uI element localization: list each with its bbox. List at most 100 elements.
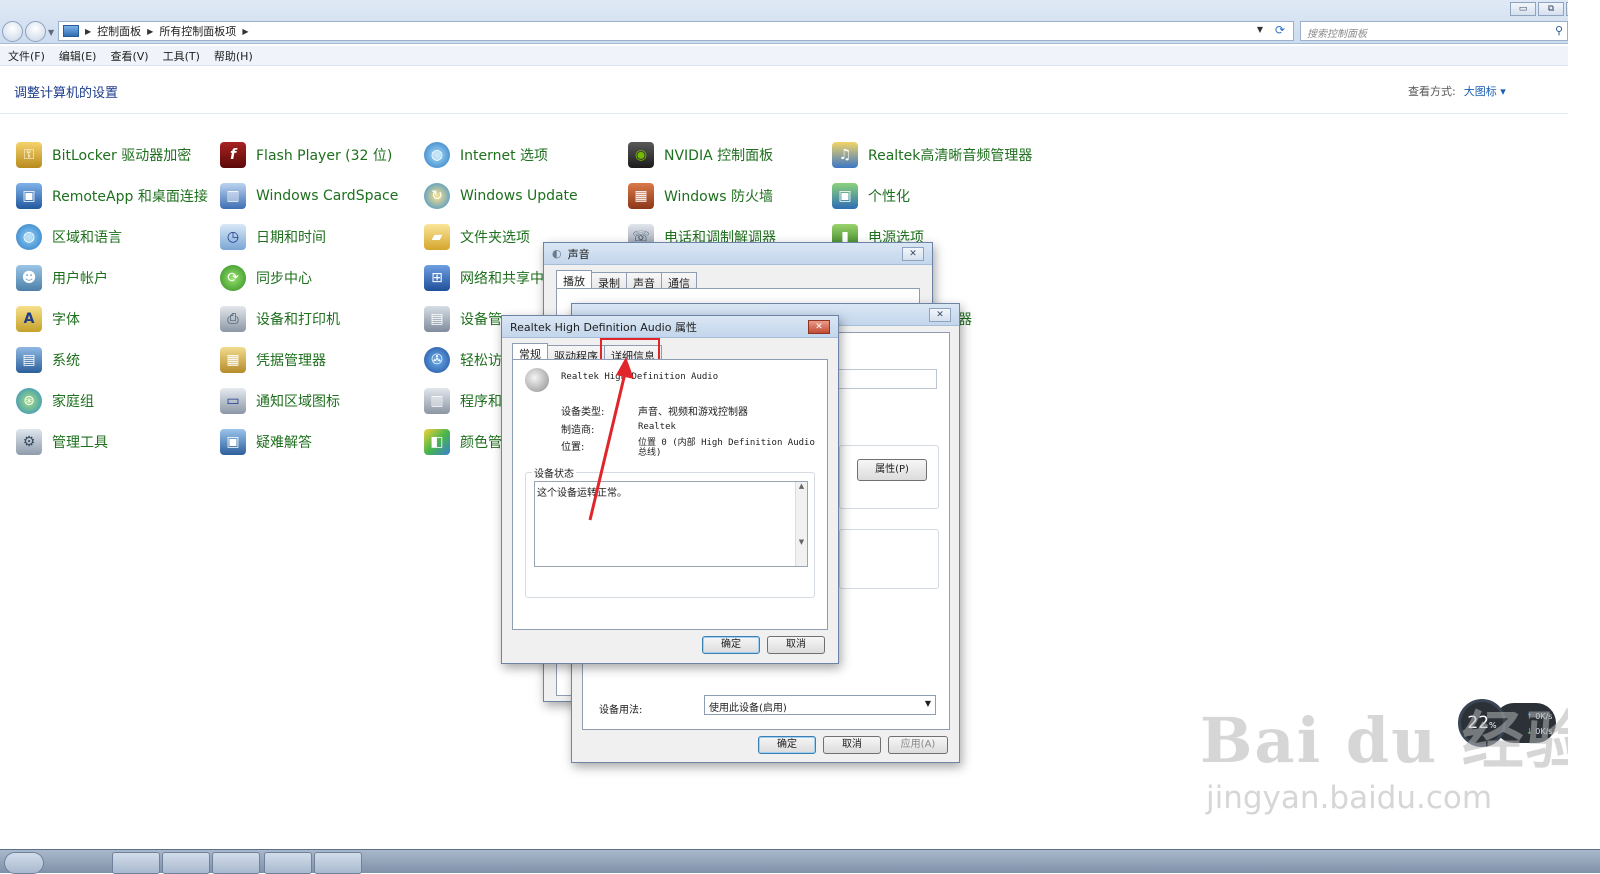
cp-item-label: 轻松访 — [460, 353, 502, 369]
cp-item-system[interactable]: ▤ 系统 — [16, 347, 80, 373]
menu-file[interactable]: 文件(F) — [8, 48, 45, 64]
speaker-icon: ◐ — [552, 247, 562, 260]
red-arrow-annotation — [588, 357, 634, 521]
cp-item-devices-printers[interactable]: ⎙ 设备和打印机 — [220, 306, 340, 332]
cp-item-label: Windows CardSpace — [256, 188, 399, 204]
properties-button[interactable]: 属性(P) — [857, 459, 927, 481]
device-status-label: 设备状态 — [532, 465, 576, 480]
cp-item-admin-tools[interactable]: ⚙ 管理工具 — [16, 429, 108, 455]
realtek-cancel-button[interactable]: 取消 — [767, 636, 825, 654]
cp-item-color-management[interactable]: ◧ 颜色管 — [424, 429, 502, 455]
cp-item-date-time[interactable]: ◷ 日期和时间 — [220, 224, 326, 250]
device-status-textbox[interactable]: 这个设备运转正常。 ▲ ▼ — [534, 481, 808, 567]
cp-item-device-manager[interactable]: ▤ 设备管 — [424, 306, 502, 332]
cp-item-label: 程序和 — [460, 394, 502, 410]
cp-item-label: 设备和打印机 — [256, 312, 340, 328]
speaker-cancel-button[interactable]: 取消 — [823, 736, 881, 754]
firewall-icon: ▦ — [628, 183, 654, 209]
cp-item-firewall[interactable]: ▦ Windows 防火墙 — [628, 183, 773, 209]
taskbar-icon: ▭ — [220, 388, 246, 414]
speaker-dialog-close-button[interactable]: ✕ — [929, 308, 951, 322]
realtek-dialog-title: Realtek High Definition Audio 属性 — [510, 320, 697, 334]
forward-button[interactable] — [25, 21, 46, 42]
color-icon: ◧ — [424, 429, 450, 455]
cp-item-bitlocker[interactable]: ⚿ BitLocker 驱动器加密 — [16, 142, 191, 168]
menu-help[interactable]: 帮助(H) — [214, 48, 253, 64]
search-icon[interactable]: ⚲ — [1555, 24, 1563, 37]
cp-item-network-sharing[interactable]: ⊞ 网络和共享中心 — [424, 265, 558, 291]
cp-item-folder-options[interactable]: ▰ 文件夹选项 — [424, 224, 530, 250]
chevron-right-icon[interactable]: ▶ — [85, 27, 91, 36]
refresh-icon[interactable]: ⟳ — [1271, 23, 1289, 39]
minimize-button[interactable]: ▭ — [1510, 2, 1536, 16]
cp-item-troubleshooting[interactable]: ▣ 疑难解答 — [220, 429, 312, 455]
device-type-value: 声音、视频和游戏控制器 — [638, 407, 748, 418]
back-button[interactable] — [2, 21, 23, 42]
search-input[interactable]: 搜索控制面板 ⚲ — [1300, 21, 1568, 41]
cp-item-ease-of-access[interactable]: ✇ 轻松访 — [424, 347, 502, 373]
divider — [0, 113, 1568, 114]
menu-edit[interactable]: 编辑(E) — [59, 48, 97, 64]
sound-dialog-close-button[interactable]: ✕ — [902, 247, 924, 261]
speaker-ok-button[interactable]: 确定 — [758, 736, 816, 754]
general-tab-panel: Realtek High Definition Audio 设备类型: 声音、视… — [512, 359, 828, 630]
cp-item-notification-icons[interactable]: ▭ 通知区域图标 — [220, 388, 340, 414]
cp-item-personalization[interactable]: ▣ 个性化 — [832, 183, 910, 209]
chevron-right-icon[interactable]: ▶ — [242, 27, 248, 36]
right-margin — [1568, 0, 1600, 849]
watermark-url: jingyan.baidu.com — [1206, 780, 1493, 816]
cp-item-remoteapp[interactable]: ▣ RemoteApp 和桌面连接 — [16, 183, 208, 209]
computer-icon: ▤ — [16, 347, 42, 373]
menu-tools[interactable]: 工具(T) — [163, 48, 200, 64]
speaker-apply-button[interactable]: 应用(A) — [888, 736, 948, 754]
cp-item-sync-center[interactable]: ⟳ 同步中心 — [220, 265, 312, 291]
cp-item-cardspace[interactable]: ▥ Windows CardSpace — [220, 183, 398, 209]
cp-item-label: 设备管 — [460, 312, 502, 328]
baidu-watermark: Bai du 经验 jingyan.baidu.com — [1200, 690, 1590, 816]
folder-icon: ▰ — [424, 224, 450, 250]
taskbar-app-1[interactable] — [112, 852, 160, 874]
realtek-ok-button[interactable]: 确定 — [702, 636, 760, 654]
realtek-dialog-close-button[interactable]: ✕ — [808, 320, 830, 334]
start-button[interactable] — [4, 852, 44, 874]
cp-item-label: 通知区域图标 — [256, 394, 340, 410]
audio-manager-icon: ♫ — [832, 142, 858, 168]
accessibility-icon: ✇ — [424, 347, 450, 373]
recent-pages-dropdown-icon[interactable]: ▼ — [48, 28, 54, 37]
cp-item-user-accounts[interactable]: ☻ 用户帐户 — [16, 265, 108, 291]
cp-item-programs-features[interactable]: ▥ 程序和 — [424, 388, 502, 414]
cp-item-flash-player[interactable]: f Flash Player (32 位) — [220, 142, 392, 168]
cp-item-label: NVIDIA 控制面板 — [664, 148, 774, 164]
chevron-right-icon[interactable]: ▶ — [147, 27, 153, 36]
cp-item-region-language[interactable]: ◍ 区域和语言 — [16, 224, 122, 250]
cp-item-label: 用户帐户 — [52, 271, 108, 287]
breadcrumb-all-items[interactable]: 所有控制面板项 — [159, 23, 236, 39]
taskbar-app-4[interactable] — [264, 852, 312, 874]
card-icon: ▥ — [220, 183, 246, 209]
globe-icon: ◍ — [16, 224, 42, 250]
cp-item-nvidia[interactable]: ◉ NVIDIA 控制面板 — [628, 142, 773, 168]
cp-item-internet-options[interactable]: ◍ Internet 选项 — [424, 142, 548, 168]
cp-item-label: 个性化 — [868, 189, 910, 205]
taskbar-app-5[interactable] — [314, 852, 362, 874]
address-dropdown-icon[interactable]: ▼ — [1257, 25, 1263, 34]
cp-item-credential-manager[interactable]: ▦ 凭据管理器 — [220, 347, 326, 373]
taskbar-app-3[interactable] — [212, 852, 260, 874]
menu-view[interactable]: 查看(V) — [110, 48, 148, 64]
cp-item-realtek-audio[interactable]: ♫ Realtek高清晰音频管理器 — [832, 142, 1032, 168]
device-usage-select[interactable]: 使用此设备(启用) ▼ — [704, 695, 936, 715]
restore-button[interactable]: ⧉ — [1538, 2, 1564, 16]
address-bar[interactable]: ▶ 控制面板 ▶ 所有控制面板项 ▶ ▼ ⟳ — [58, 21, 1294, 41]
taskbar-app-2[interactable] — [162, 852, 210, 874]
users-icon: ☻ — [16, 265, 42, 291]
cp-item-partial[interactable]: 器 — [958, 306, 972, 332]
cp-item-windows-update[interactable]: ↻ Windows Update — [424, 183, 578, 209]
status-scrollbar[interactable]: ▲ ▼ — [795, 482, 807, 566]
view-by-dropdown[interactable]: 大图标 ▾ — [1464, 85, 1506, 98]
cp-item-homegroup[interactable]: ⊛ 家庭组 — [16, 388, 94, 414]
cp-item-fonts[interactable]: A 字体 — [16, 306, 80, 332]
cp-item-label: 区域和语言 — [52, 230, 122, 246]
cp-item-label: 凭据管理器 — [256, 353, 326, 369]
breadcrumb-control-panel[interactable]: 控制面板 — [97, 23, 141, 39]
monitor-icon: ▣ — [16, 183, 42, 209]
